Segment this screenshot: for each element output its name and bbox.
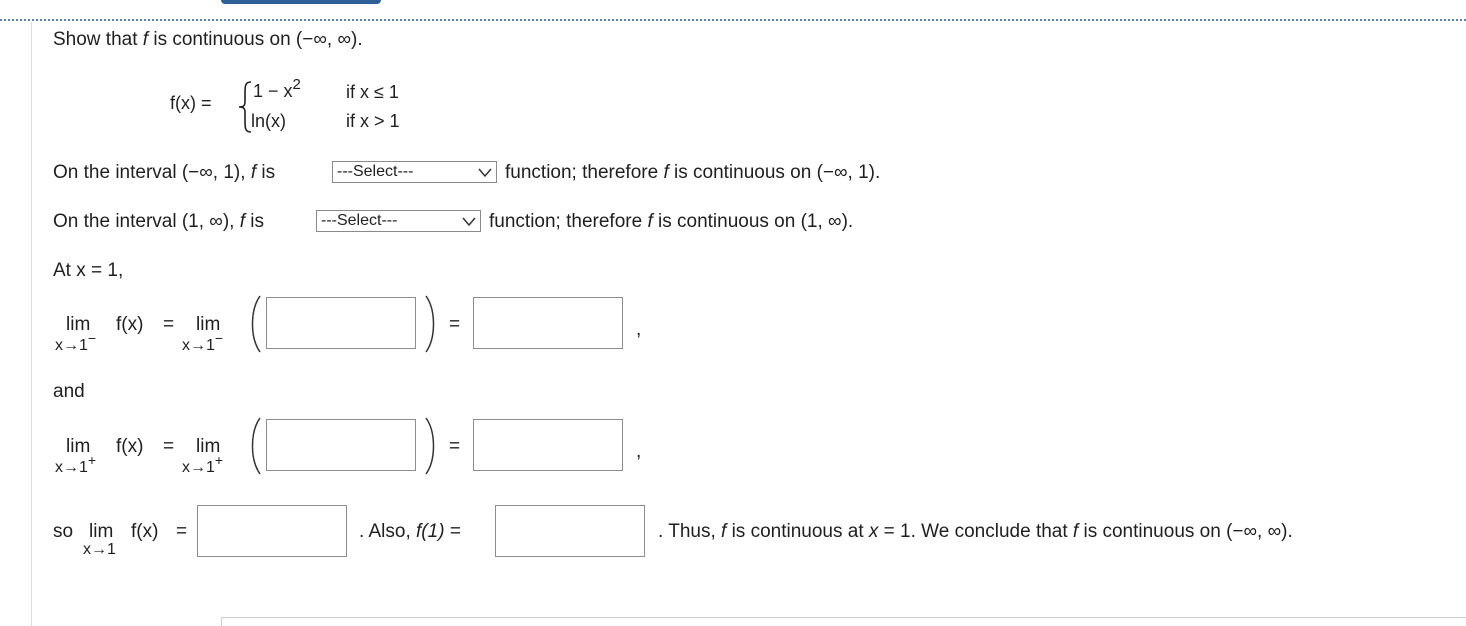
thus-b: is continuous at	[731, 521, 864, 542]
right-lim-sub-text: x→1	[55, 459, 88, 476]
left-lim-sup: −	[87, 330, 97, 346]
interval2-post-a: function; therefore	[489, 211, 643, 232]
dotted-divider	[0, 19, 1466, 21]
right-lim2-sup: +	[214, 452, 224, 468]
right-lim-fx: f(x)	[116, 436, 144, 457]
at-x-equals-1: At x = 1,	[53, 260, 124, 281]
thus-f2: f	[1072, 521, 1079, 542]
chevron-down-icon	[478, 168, 492, 178]
f-of-1: f(1)	[416, 521, 445, 542]
thus-f: f	[721, 521, 727, 542]
left-lim-fx: f(x)	[116, 314, 144, 335]
left-lim2-sup: −	[214, 330, 224, 346]
right-lim2-subscript: x→1+	[182, 452, 223, 477]
case2-expression: ln(x)	[251, 111, 286, 131]
f1-value-input[interactable]	[495, 505, 645, 557]
case1-expr-text: 1 − x	[253, 81, 293, 101]
interval1-f: f	[250, 162, 257, 183]
open-paren-icon	[251, 295, 261, 353]
conclusion-lim-subscript: x→1	[83, 541, 116, 558]
close-paren-icon	[425, 295, 435, 353]
right-lim-inner-input[interactable]	[266, 419, 416, 471]
conclusion-equals: =	[176, 521, 188, 542]
prompt-rest: is continuous on (−∞, ∞).	[153, 29, 363, 50]
so-text: so	[53, 521, 74, 542]
case1-exponent: 2	[292, 76, 301, 93]
function-lhs: f(x) =	[170, 93, 212, 113]
also-label: . Also,	[359, 521, 411, 542]
right-lim-value-input[interactable]	[473, 419, 623, 471]
interval2-select-value: ---Select---	[321, 212, 398, 229]
left-border	[31, 22, 32, 626]
also-equals: =	[449, 521, 461, 542]
interval1-post-a: function; therefore	[505, 162, 659, 183]
interval1-pre: On the interval (−∞, 1),	[53, 162, 246, 183]
interval1-post-b: is continuous on (−∞, 1).	[674, 162, 881, 183]
interval1-text: On the interval (−∞, 1), f is	[53, 162, 275, 184]
left-lim-equals: =	[163, 314, 175, 335]
right-lim-label: lim	[66, 436, 91, 457]
close-paren-icon	[425, 417, 435, 475]
prompt-f: f	[142, 29, 149, 50]
conclusion-lim-label: lim	[89, 521, 114, 542]
right-lim-equals2: =	[449, 436, 461, 457]
interval2-post-b: is continuous on (1, ∞).	[658, 211, 854, 232]
interval1-select-value: ---Select---	[337, 163, 414, 180]
conclusion-fx: f(x)	[131, 521, 159, 542]
right-lim-comma: ,	[636, 441, 642, 462]
case1-expression: 1 − x2	[253, 76, 301, 102]
thus-a: . Thus,	[658, 521, 716, 542]
left-lim-sub-text: x→1	[55, 337, 88, 354]
left-lim2-sub-text: x→1	[182, 337, 215, 354]
bottom-panel-edge	[221, 617, 222, 626]
interval2-pre: On the interval (1, ∞),	[53, 211, 235, 232]
interval1-select[interactable]: ---Select---	[332, 161, 497, 183]
case2-condition: if x > 1	[346, 111, 400, 131]
and-text: and	[53, 381, 85, 402]
left-lim2-subscript: x→1−	[182, 330, 223, 355]
thus-c: = 1. We conclude that	[883, 521, 1068, 542]
left-lim-value-input[interactable]	[473, 297, 623, 349]
left-lim-inner-input[interactable]	[266, 297, 416, 349]
interval2-f2: f	[647, 211, 653, 232]
interval1-post: function; therefore f is continuous on (…	[505, 162, 880, 184]
interval2-is: is	[250, 211, 265, 232]
interval2-select[interactable]: ---Select---	[316, 210, 481, 232]
left-lim-subscript: x→1−	[55, 330, 96, 355]
interval2-text: On the interval (1, ∞), f is	[53, 211, 264, 233]
prompt-text: Show that	[53, 29, 138, 50]
top-nav-button[interactable]	[221, 0, 381, 4]
left-lim-equals2: =	[449, 314, 461, 335]
right-lim2-sub-text: x→1	[182, 459, 215, 476]
right-lim-equals: =	[163, 436, 175, 457]
limit-value-input[interactable]	[197, 505, 347, 557]
right-lim-subscript: x→1+	[55, 452, 96, 477]
interval1-is: is	[261, 162, 276, 183]
thus-text: . Thus, f is continuous at x = 1. We con…	[658, 521, 1293, 543]
thus-x: x	[868, 521, 879, 542]
bottom-panel-border	[221, 617, 1466, 618]
interval2-f: f	[239, 211, 246, 232]
left-lim-label: lim	[66, 314, 91, 335]
also-text: . Also, f(1) =	[359, 521, 461, 543]
question-prompt: Show that f is continuous on (−∞, ∞).	[53, 29, 363, 51]
left-lim-comma: ,	[636, 319, 642, 340]
interval2-post: function; therefore f is continuous on (…	[489, 211, 853, 233]
thus-d: is continuous on (−∞, ∞).	[1083, 521, 1293, 542]
chevron-down-icon	[462, 217, 476, 227]
interval1-f2: f	[663, 162, 669, 183]
right-lim-sup: +	[87, 452, 97, 468]
open-paren-icon	[251, 417, 261, 475]
case1-condition: if x ≤ 1	[346, 82, 399, 102]
